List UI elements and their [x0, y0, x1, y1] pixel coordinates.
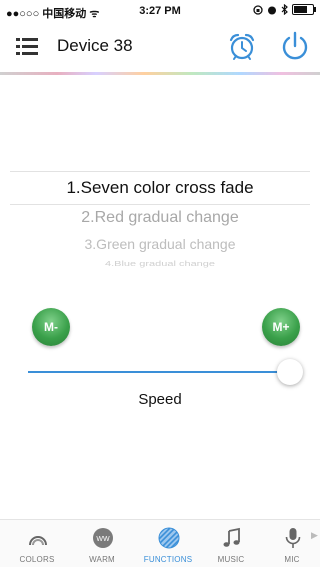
tab-music-label: MUSIC: [217, 555, 245, 564]
picker-divider-bottom: [10, 204, 310, 205]
music-note-icon: [223, 527, 240, 547]
ww-icon: WW: [93, 528, 113, 548]
menu-icon[interactable]: [16, 38, 38, 56]
tab-warm-label: WARM: [89, 555, 115, 564]
microphone-icon: [285, 528, 301, 548]
battery-icon: [292, 4, 316, 15]
function-option-selected[interactable]: 1.Seven color cross fade: [0, 178, 320, 198]
bluetooth-icon: [281, 4, 288, 15]
mode-plus-button[interactable]: M+: [262, 308, 300, 346]
tab-colors-label: COLORS: [19, 555, 55, 564]
alarm-status-icon: [268, 6, 276, 14]
header-divider: [0, 72, 320, 75]
tab-colors[interactable]: COLORS: [7, 520, 67, 567]
alarm-icon[interactable]: [228, 32, 256, 62]
function-option[interactable]: 3.Green gradual change: [0, 236, 320, 252]
picker-divider-top: [10, 171, 310, 172]
status-bar: ●●○○○ 中国移动 ᯤ 3:27 PM: [0, 0, 320, 22]
function-option[interactable]: 4.Blue gradual change: [0, 260, 320, 268]
tab-mic[interactable]: MIC: [262, 520, 320, 567]
orientation-lock-icon: [253, 4, 263, 15]
tab-music[interactable]: MUSIC: [201, 520, 261, 567]
tab-mic-label: MIC: [284, 555, 300, 564]
tab-functions-label: FUNCTIONS: [143, 555, 193, 564]
status-icons: [253, 4, 316, 15]
tab-warm[interactable]: WW WARM: [72, 520, 132, 567]
nav-bar: Device 38: [0, 22, 320, 72]
function-option[interactable]: 2.Red gradual change: [0, 209, 320, 227]
ww-icon-text: WW: [96, 536, 110, 543]
power-icon[interactable]: [280, 30, 310, 62]
speed-label: Speed: [138, 391, 182, 408]
chevron-right-icon[interactable]: ▶: [311, 530, 318, 541]
tab-bar: COLORS WW WARM FUNCTIONS MUSIC MIC ▶: [0, 519, 320, 567]
speed-slider[interactable]: [28, 371, 290, 373]
speed-slider-thumb[interactable]: [277, 359, 303, 385]
dome-icon: [29, 536, 47, 546]
mode-minus-button[interactable]: M-: [32, 308, 70, 346]
tab-functions[interactable]: FUNCTIONS: [138, 520, 198, 567]
striped-circle-icon: [158, 527, 180, 549]
page-title: Device 38: [57, 36, 133, 55]
